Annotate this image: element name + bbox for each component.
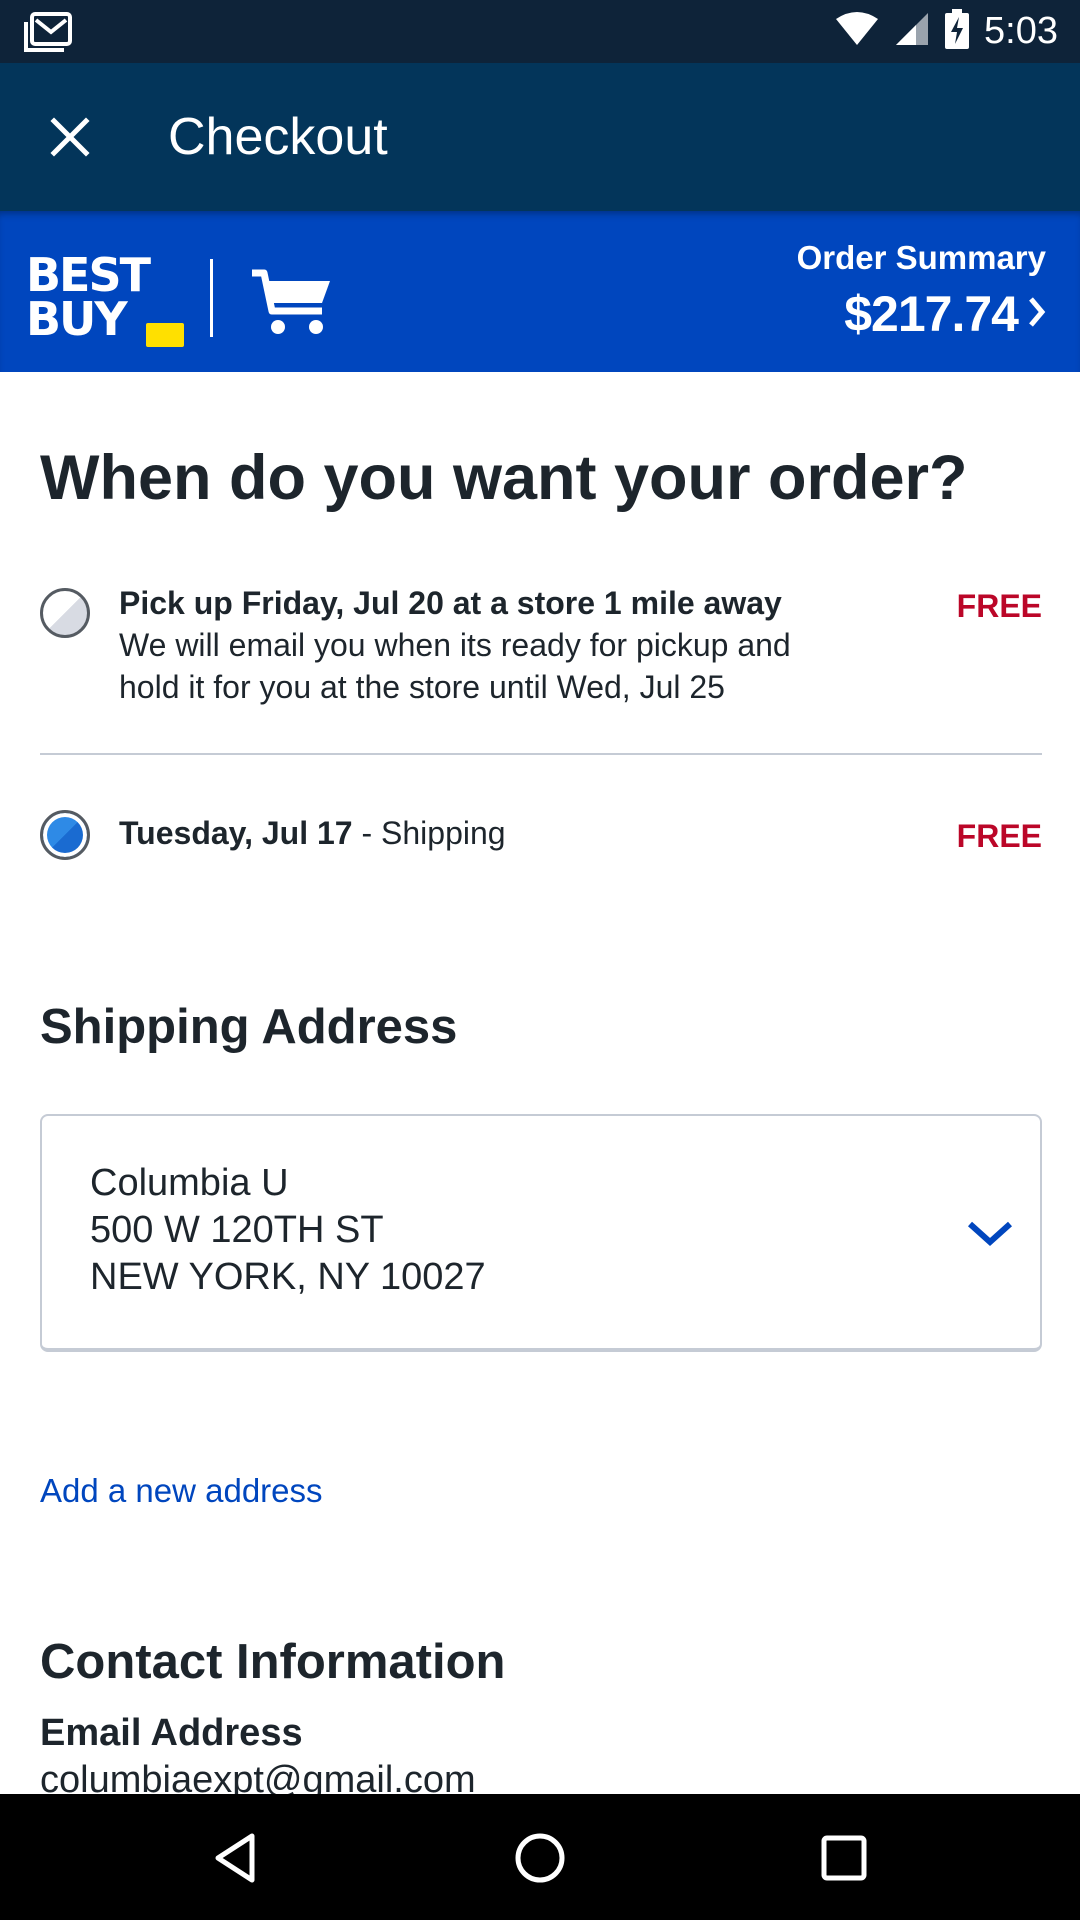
wifi-icon [834, 11, 880, 52]
cellular-signal-icon [894, 11, 930, 52]
pickup-description-line1: We will email you when its ready for pic… [119, 627, 791, 663]
logo-word-buy: BUY [26, 292, 128, 346]
status-bar: 5:03 [0, 0, 1080, 63]
close-icon[interactable] [46, 113, 94, 161]
option-divider [40, 753, 1042, 755]
shipping-method: - Shipping [352, 815, 506, 851]
shipping-address-select[interactable]: Columbia U 500 W 120TH ST NEW YORK, NY 1… [40, 1114, 1042, 1352]
back-icon[interactable] [208, 1830, 264, 1886]
chevron-down-icon[interactable] [966, 1216, 1014, 1250]
shipping-date: Tuesday, Jul 17 [119, 815, 353, 851]
chevron-right-icon [1028, 295, 1046, 334]
email-value: columbiaexpt@gmail.com [40, 1759, 476, 1794]
brand-banner: BEST BUY Order Summary $217.74 [0, 211, 1080, 372]
best-buy-logo: BEST BUY [26, 248, 186, 353]
email-label: Email Address [40, 1712, 303, 1754]
app-bar: Checkout [0, 63, 1080, 211]
recents-icon[interactable] [816, 1830, 872, 1886]
pickup-price: FREE [956, 588, 1042, 624]
shipping-address-heading: Shipping Address [40, 1000, 458, 1054]
add-new-address-link[interactable]: Add a new address [40, 1472, 323, 1510]
battery-charging-icon [944, 9, 970, 54]
order-summary-link[interactable]: Order Summary $217.74 [797, 239, 1046, 343]
shipping-option[interactable]: Tuesday, Jul 17 - Shipping FREE [40, 810, 1042, 870]
address-name: Columbia U [90, 1162, 289, 1204]
logo-word-best: BEST [26, 248, 151, 302]
pickup-radio[interactable] [40, 588, 90, 638]
pickup-option[interactable]: Pick up Friday, Jul 20 at a store 1 mile… [40, 585, 1042, 718]
logo-tag [146, 323, 184, 347]
gmail-notification-icon [24, 12, 72, 57]
home-icon[interactable] [512, 1830, 568, 1886]
order-summary-label: Order Summary [796, 239, 1046, 276]
banner-divider [210, 259, 213, 337]
pickup-title: Pick up Friday, Jul 20 at a store 1 mile… [119, 585, 782, 621]
address-city-state-zip: NEW YORK, NY 10027 [90, 1256, 486, 1298]
cart-icon[interactable] [250, 267, 334, 337]
order-total: $217.74 [844, 286, 1019, 342]
contact-heading: Contact Information [40, 1635, 506, 1689]
shipping-radio[interactable] [40, 810, 90, 860]
shipping-price: FREE [956, 818, 1042, 854]
system-nav-bar [0, 1794, 1080, 1920]
delivery-heading: When do you want your order? [40, 443, 968, 513]
page-title: Checkout [168, 108, 388, 166]
address-street: 500 W 120TH ST [90, 1209, 384, 1251]
clock-time: 5:03 [984, 10, 1058, 52]
pickup-description-line2: hold it for you at the store until Wed, … [119, 669, 725, 705]
checkout-content: When do you want your order? Pick up Fri… [0, 372, 1080, 1794]
